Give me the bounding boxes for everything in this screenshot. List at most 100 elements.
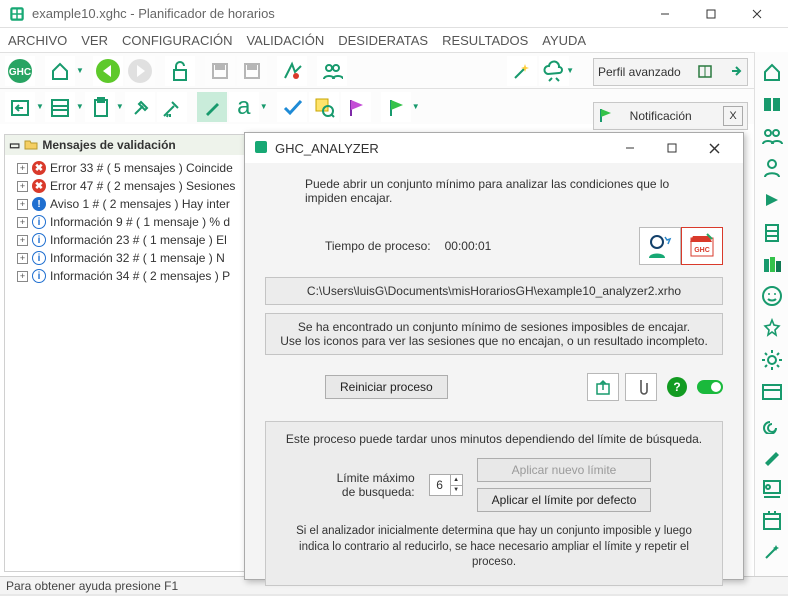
menu-ver[interactable]: VER xyxy=(81,33,108,48)
pen-selected-icon[interactable] xyxy=(197,92,227,122)
expand-icon[interactable]: + xyxy=(17,163,28,174)
tree-item[interactable]: +!Aviso 1 # ( 2 mensajes ) Hay inter xyxy=(7,195,251,213)
spinner-down[interactable]: ▼ xyxy=(450,485,462,496)
back-icon[interactable] xyxy=(93,56,123,86)
menu-validacion[interactable]: VALIDACIÓN xyxy=(246,33,324,48)
window-title: example10.xghc - Planificador de horario… xyxy=(32,6,642,21)
svg-text:GHC: GHC xyxy=(694,247,710,254)
rs-home-icon[interactable] xyxy=(758,58,786,86)
rs-arrow-icon[interactable] xyxy=(758,186,786,214)
rs-book-icon[interactable] xyxy=(758,90,786,118)
time-value: 00:00:01 xyxy=(445,239,492,253)
rs-building-icon[interactable] xyxy=(758,218,786,246)
apply-new-limit-button[interactable]: Aplicar nuevo límite xyxy=(477,458,652,482)
rs-books-icon[interactable] xyxy=(758,250,786,278)
dialog-maximize[interactable] xyxy=(651,133,693,163)
people-icon[interactable] xyxy=(317,56,347,86)
expand-icon[interactable]: + xyxy=(17,217,28,228)
arrow-right-icon[interactable] xyxy=(729,64,743,81)
ghc-icon[interactable]: GHC xyxy=(5,56,35,86)
toggle-switch[interactable] xyxy=(697,380,723,394)
open-profile-icon[interactable] xyxy=(639,227,681,265)
play-flag-icon[interactable] xyxy=(341,92,371,122)
unlock-icon[interactable] xyxy=(165,56,195,86)
title-bar: example10.xghc - Planificador de horario… xyxy=(0,0,788,28)
expand-icon[interactable]: + xyxy=(17,181,28,192)
info-icon: i xyxy=(32,233,46,247)
rs-user-icon[interactable] xyxy=(758,154,786,182)
minimize-button[interactable] xyxy=(642,0,688,28)
rs-card-icon[interactable] xyxy=(758,378,786,406)
rs-star-icon[interactable] xyxy=(758,314,786,342)
play-green-icon[interactable] xyxy=(381,92,411,122)
expand-icon[interactable]: + xyxy=(17,271,28,282)
dialog-minimize[interactable] xyxy=(609,133,651,163)
clipboard-icon[interactable] xyxy=(85,92,115,122)
notification-close[interactable]: X xyxy=(723,106,743,126)
forward-icon[interactable] xyxy=(125,56,155,86)
wizard-icon[interactable] xyxy=(507,56,537,86)
check-icon[interactable] xyxy=(277,92,307,122)
rs-pencil-icon[interactable] xyxy=(758,442,786,470)
tree-item[interactable]: +iInformación 32 # ( 1 mensaje ) N xyxy=(7,249,251,267)
close-button[interactable] xyxy=(734,0,780,28)
home-icon[interactable] xyxy=(45,56,75,86)
tree-header: ▭ Mensajes de validación xyxy=(5,135,253,155)
notification-label: Notificación xyxy=(630,109,692,123)
cloud-sync-icon[interactable] xyxy=(539,56,569,86)
magnify-grid-icon[interactable] xyxy=(309,92,339,122)
save-icon[interactable] xyxy=(205,56,235,86)
rs-smile-icon[interactable] xyxy=(758,282,786,310)
limit-panel: Este proceso puede tardar unos minutos d… xyxy=(265,421,723,586)
save-as-icon[interactable] xyxy=(237,56,267,86)
menu-archivo[interactable]: ARCHIVO xyxy=(8,33,67,48)
help-icon[interactable]: ? xyxy=(667,377,687,397)
apply-default-limit-button[interactable]: Aplicar el límite por defecto xyxy=(477,488,652,512)
attach-icon[interactable] xyxy=(625,373,657,401)
book-icon xyxy=(697,63,713,82)
err-icon: ✖ xyxy=(32,179,46,193)
spinner-up[interactable]: ▲ xyxy=(450,475,462,485)
menu-configuracion[interactable]: CONFIGURACIÓN xyxy=(122,33,233,48)
letter-a-icon[interactable]: a xyxy=(229,92,259,122)
tree-item[interactable]: +iInformación 23 # ( 1 mensaje ) El xyxy=(7,231,251,249)
menu-desideratas[interactable]: DESIDERATAS xyxy=(338,33,428,48)
expand-icon[interactable]: + xyxy=(17,253,28,264)
export-up-icon[interactable] xyxy=(587,373,619,401)
tree-body: +✖Error 33 # ( 5 mensajes ) Coincide+✖Er… xyxy=(5,155,253,289)
sweep-icon[interactable] xyxy=(157,92,187,122)
expand-icon[interactable]: + xyxy=(17,235,28,246)
warn-icon: ! xyxy=(32,197,46,211)
menu-resultados[interactable]: RESULTADOS xyxy=(442,33,528,48)
dialog-intro: Puede abrir un conjunto mínimo para anal… xyxy=(265,177,723,205)
rs-calendar-icon[interactable] xyxy=(758,506,786,534)
dialog-close[interactable] xyxy=(693,133,735,163)
run-icon[interactable] xyxy=(277,56,307,86)
maximize-button[interactable] xyxy=(688,0,734,28)
collapse-icon[interactable]: ▭ xyxy=(9,138,20,152)
menu-ayuda[interactable]: AYUDA xyxy=(542,33,586,48)
tree-item[interactable]: +✖Error 33 # ( 5 mensajes ) Coincide xyxy=(7,159,251,177)
restart-button[interactable]: Reiniciar proceso xyxy=(325,375,448,399)
tree-item[interactable]: +✖Error 47 # ( 2 mensajes ) Sesiones xyxy=(7,177,251,195)
rs-gear-icon[interactable] xyxy=(758,346,786,374)
grid-list-icon[interactable] xyxy=(45,92,75,122)
limit-spinner[interactable]: 6 ▲▼ xyxy=(429,474,463,496)
dropdown-caret-2[interactable]: ▼ xyxy=(566,66,574,75)
hammer-icon[interactable] xyxy=(125,92,155,122)
path-display: C:\Users\luisG\Documents\misHorariosGH\e… xyxy=(265,277,723,305)
grid-back-icon[interactable] xyxy=(5,92,35,122)
rs-screen-icon[interactable] xyxy=(758,474,786,502)
rs-spiral-icon[interactable] xyxy=(758,410,786,438)
window-controls xyxy=(642,0,780,28)
dropdown-caret[interactable]: ▼ xyxy=(76,66,84,75)
open-ghc-icon[interactable]: GHC xyxy=(681,227,723,265)
folder-icon xyxy=(24,138,38,153)
tree-item[interactable]: +iInformación 9 # ( 1 mensaje ) % d xyxy=(7,213,251,231)
dialog-body: Puede abrir un conjunto mínimo para anal… xyxy=(245,163,743,596)
rs-people-icon[interactable] xyxy=(758,122,786,150)
tree-item[interactable]: +iInformación 34 # ( 2 mensajes ) P xyxy=(7,267,251,285)
profile-selector[interactable]: Perfil avanzado xyxy=(593,58,748,86)
rs-wand-icon[interactable] xyxy=(758,538,786,566)
expand-icon[interactable]: + xyxy=(17,199,28,210)
